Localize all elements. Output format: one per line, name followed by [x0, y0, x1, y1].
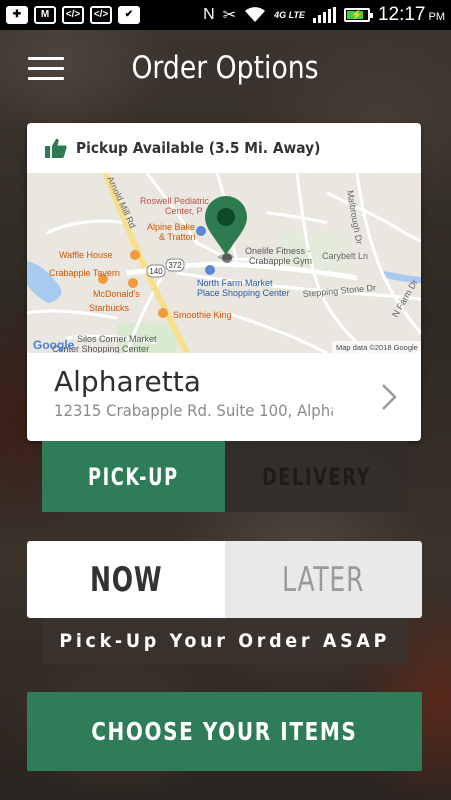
- choose-items-button[interactable]: CHOOSE YOUR ITEMS: [27, 692, 422, 771]
- clock: 12:17: [377, 4, 426, 25]
- availability-header: Pickup Available (3.5 Mi. Away): [27, 123, 421, 173]
- map-label-alpine-2: & Trattori: [159, 232, 196, 242]
- map[interactable]: 140 372 Roswell Pediatric Center, P Alpi…: [27, 173, 421, 353]
- map-label-silos: Silos Corner Market: [77, 334, 157, 344]
- signal-icon: [312, 7, 336, 23]
- nfc-icon: N: [203, 6, 215, 23]
- timing-note: Pick-Up Your Order ASAP: [42, 618, 408, 664]
- location-card: Pickup Available (3.5 Mi. Away) 140 372 …: [27, 123, 421, 441]
- add-icon: ✚: [6, 6, 28, 24]
- delivery-button[interactable]: DELIVERY: [225, 441, 408, 512]
- google-logo: Google: [33, 338, 75, 352]
- map-label-nfm: North Farm Market: [197, 278, 273, 288]
- availability-text: Pickup Available (3.5 Mi. Away): [76, 139, 321, 157]
- later-button[interactable]: LATER: [224, 541, 422, 618]
- map-label-waffle: Waffle House: [59, 250, 113, 260]
- map-label-smoothie: Smoothie King: [173, 310, 232, 320]
- map-label-starbucks: Starbucks: [89, 303, 130, 313]
- chevron-right-icon: [382, 384, 397, 410]
- network-label: 4G LTE: [274, 10, 305, 20]
- map-label-tavern: Crabapple Tavern: [49, 268, 120, 278]
- map-label-roswell: Roswell Pediatric: [140, 196, 210, 206]
- map-label-nfm-2: Place Shopping Center: [197, 288, 290, 298]
- thumbs-up-icon: [45, 138, 67, 158]
- map-label-alpine: Alpine Bake: [147, 222, 195, 232]
- status-bar: ✚ M </> </> ✔ N ✂ 4G LTE ⚡ 12:17 PM: [0, 0, 451, 30]
- wifi-icon: [245, 7, 266, 22]
- timing-toggle: NOW LATER: [27, 541, 422, 618]
- map-label-mcd: McDonald's: [93, 289, 140, 299]
- code-icon: </>: [90, 6, 112, 24]
- location-name: Alpharetta: [54, 365, 201, 398]
- map-label-onelife: Onelife Fitness -: [245, 246, 311, 256]
- map-label-carybelt: Carybelt Ln: [322, 251, 368, 261]
- location-address: 12315 Crabapple Rd. Suite 100, Alpha...: [54, 401, 333, 420]
- page-title: Order Options: [131, 50, 319, 86]
- battery-icon: ⚡: [343, 8, 373, 22]
- map-label-onelife-2: Crabapple Gym: [249, 256, 312, 266]
- clock-ampm: PM: [428, 11, 446, 23]
- gmail-icon: M: [34, 6, 56, 24]
- code-icon: </>: [62, 6, 84, 24]
- hamburger-icon[interactable]: [28, 55, 64, 83]
- fulfillment-toggle: PICK-UP DELIVERY: [42, 441, 408, 512]
- route-140-label: 140: [149, 267, 163, 276]
- location-selector[interactable]: Alpharetta 12315 Crabapple Rd. Suite 100…: [27, 353, 421, 441]
- pickup-button[interactable]: PICK-UP: [42, 441, 225, 512]
- app-header: Order Options: [0, 30, 451, 110]
- mute-icon: ✂: [222, 7, 237, 24]
- check-icon: ✔: [118, 6, 140, 24]
- map-label-roswell-2: Center, P: [165, 206, 203, 216]
- map-attribution: Map data ©2018 Google: [336, 343, 418, 352]
- now-button[interactable]: NOW: [27, 541, 225, 618]
- route-372-label: 372: [168, 261, 182, 270]
